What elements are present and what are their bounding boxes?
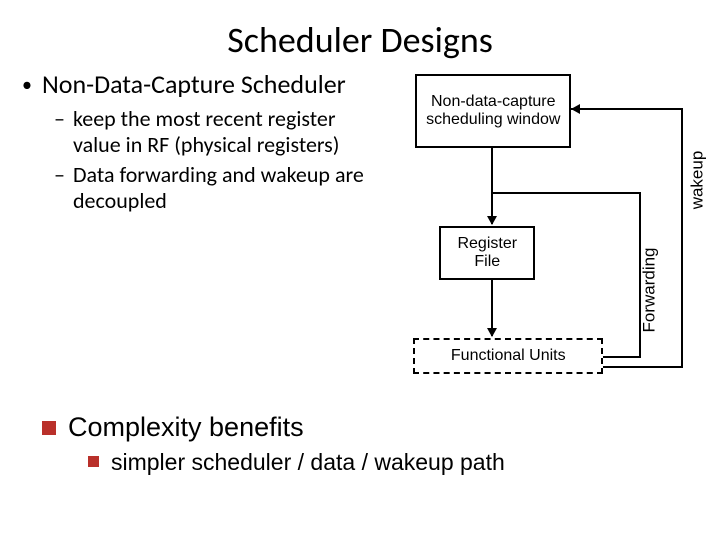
- complexity-row: Complexity benefits: [42, 412, 698, 443]
- wakeup-vertical: [681, 108, 683, 368]
- scheduling-window-box: Non-data-capture scheduling window: [415, 74, 571, 148]
- arrow-rf-to-fu: [491, 280, 493, 336]
- dash-icon: –: [54, 162, 65, 188]
- arrowhead-down-icon: [487, 216, 497, 225]
- wakeup-h2: [571, 108, 683, 110]
- bullet-main-text: Non-Data-Capture Scheduler: [42, 70, 346, 100]
- forwarding-label: Forwarding: [640, 247, 660, 332]
- forwarding-join: [491, 192, 493, 194]
- complexity-sub-row: simpler scheduler / data / wakeup path: [88, 449, 698, 476]
- bullet-dot-icon: •: [22, 74, 32, 97]
- bullet-sub1-text: keep the most recent register value in R…: [73, 106, 369, 158]
- arrowhead-down-icon: [487, 328, 497, 337]
- bullet-main: • Non-Data-Capture Scheduler: [22, 70, 369, 100]
- lower-section: Complexity benefits simpler scheduler / …: [0, 400, 720, 476]
- wakeup-label: wakeup: [688, 151, 708, 210]
- bullet-sub-1: – keep the most recent register value in…: [54, 106, 369, 158]
- bullet-sub2-text: Data forwarding and wakeup are decoupled: [73, 162, 369, 214]
- complexity-title: Complexity benefits: [68, 412, 304, 443]
- complexity-sub-text: simpler scheduler / data / wakeup path: [111, 449, 505, 476]
- dash-icon: –: [54, 106, 65, 132]
- slide-title: Scheduler Designs: [0, 0, 720, 70]
- square-bullet-icon: [42, 421, 56, 435]
- bullet-sub-2: – Data forwarding and wakeup are decoupl…: [54, 162, 369, 214]
- arrowhead-left-icon: [571, 104, 580, 114]
- register-file-box: Register File: [439, 226, 535, 280]
- content-row: • Non-Data-Capture Scheduler – keep the …: [0, 70, 720, 400]
- forwarding-h1: [603, 356, 641, 358]
- square-bullet-icon: [88, 456, 99, 467]
- wakeup-h1: [603, 366, 683, 368]
- functional-units-box: Functional Units: [413, 338, 603, 374]
- forwarding-h2: [493, 192, 641, 194]
- arrow-sched-to-rf: [491, 148, 493, 224]
- text-column: • Non-Data-Capture Scheduler – keep the …: [22, 70, 375, 400]
- diagram-column: Non-data-capture scheduling window Regis…: [375, 70, 706, 400]
